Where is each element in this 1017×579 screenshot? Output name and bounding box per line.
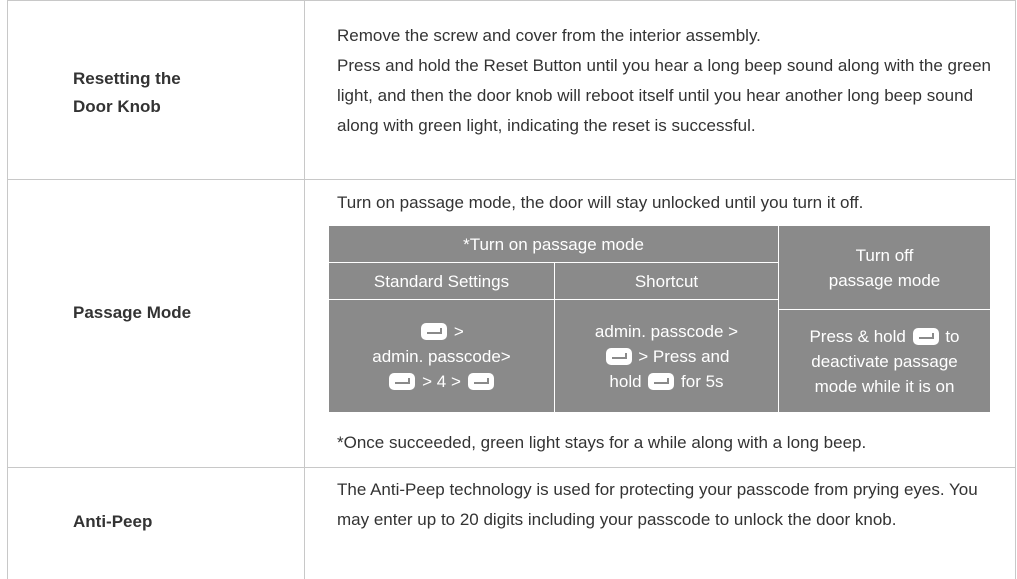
standard-steps-cell: > admin. passcode> > 4 > — [329, 300, 554, 412]
step-text: hold — [609, 371, 642, 391]
row-label-anti-peep: Anti-Peep — [73, 512, 153, 531]
passage-mode-steps-table: *Turn on passage mode Turn off passage m… — [329, 226, 990, 412]
row-label-passage-mode: Passage Mode — [73, 303, 192, 322]
step-line: hold for 5s — [609, 369, 723, 394]
row-label-resetting: Resetting the Door Knob — [73, 65, 293, 121]
step-text: > — [453, 321, 464, 341]
inner-divider — [779, 309, 990, 310]
step-line: > — [419, 319, 464, 344]
enter-key-icon — [912, 327, 939, 345]
enter-key-icon — [467, 372, 494, 390]
header-turn-off-line: passage mode — [828, 270, 941, 290]
step-line: mode while it is on — [814, 376, 955, 396]
row-label-line: Resetting the — [73, 69, 181, 88]
enter-key-icon — [605, 347, 632, 365]
enter-key-icon — [389, 372, 416, 390]
step-line: admin. passcode > — [594, 321, 739, 341]
turn-off-steps-cell: Press & hold to deactivate passage mode … — [779, 310, 990, 412]
col-shortcut: Shortcut — [634, 271, 699, 291]
row-description-resetting: Remove the screw and cover from the inte… — [337, 21, 997, 141]
col-standard-settings: Standard Settings — [373, 271, 510, 291]
row-divider-2 — [7, 467, 1016, 468]
header-turn-off-line: Turn off — [855, 245, 914, 265]
step-text: Press & hold — [809, 326, 906, 346]
row-label-line: Door Knob — [73, 97, 161, 116]
step-text: for 5s — [681, 371, 724, 391]
row-description-anti-peep: The Anti-Peep technology is used for pro… — [337, 480, 978, 529]
step-line: > Press and — [604, 344, 730, 369]
column-divider — [304, 0, 305, 579]
table-border-right — [1015, 0, 1016, 579]
step-text: > 4 > — [422, 371, 461, 391]
header-turn-on: *Turn on passage mode — [463, 234, 644, 254]
passage-mode-intro: Turn on passage mode, the door will stay… — [337, 193, 864, 212]
table-border-left — [7, 0, 8, 579]
inner-divider — [778, 226, 779, 412]
passage-mode-note: *Once succeeded, green light stays for a… — [337, 433, 867, 452]
row-divider-top — [7, 0, 1016, 1]
inner-divider — [554, 262, 555, 412]
row-divider-1 — [7, 179, 1016, 180]
description-paragraph: Remove the screw and cover from the inte… — [337, 26, 761, 45]
inner-divider — [329, 262, 778, 263]
enter-key-icon — [421, 322, 448, 340]
enter-key-icon — [648, 372, 675, 390]
step-text: > Press and — [638, 346, 730, 366]
inner-divider — [329, 299, 778, 300]
step-line: deactivate passage — [811, 351, 958, 371]
header-turn-off: Turn off passage mode — [779, 226, 990, 309]
step-line: > 4 > — [387, 369, 495, 394]
shortcut-steps-cell: admin. passcode > > Press and hold for 5… — [555, 300, 778, 412]
step-line: Press & hold to — [809, 324, 959, 349]
step-text: to — [945, 326, 960, 346]
description-paragraph: Press and hold the Reset Button until yo… — [337, 56, 992, 135]
step-line: admin. passcode> — [372, 346, 511, 366]
